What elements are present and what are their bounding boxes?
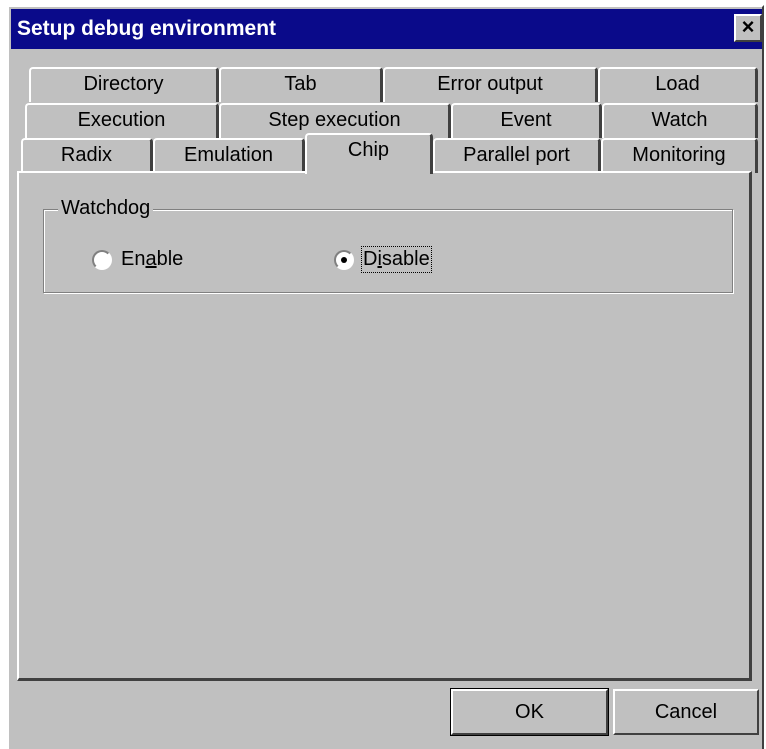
- tab-event[interactable]: Event: [451, 103, 602, 138]
- title-bar: Setup debug environment ×: [11, 9, 762, 49]
- tab-emulation[interactable]: Emulation: [153, 138, 305, 173]
- cancel-button[interactable]: Cancel: [613, 689, 759, 735]
- watchdog-group-label: Watchdog: [58, 196, 154, 220]
- chip-tab-panel: Watchdog Enable Disable: [17, 171, 752, 681]
- tab-tab[interactable]: Tab: [219, 67, 383, 102]
- tab-chip[interactable]: Chip: [305, 133, 433, 174]
- watchdog-disable-radio[interactable]: Disable: [334, 246, 432, 273]
- window-title: Setup debug environment: [17, 17, 277, 40]
- disable-label: Disable: [361, 246, 432, 273]
- enable-label: Enable: [121, 248, 184, 270]
- tab-execution[interactable]: Execution: [25, 103, 219, 138]
- radio-selected-icon: [334, 249, 354, 270]
- watchdog-enable-radio[interactable]: Enable: [92, 248, 183, 271]
- tab-error-output[interactable]: Error output: [383, 67, 598, 102]
- tab-radix[interactable]: Radix: [21, 138, 153, 173]
- tab-parallel-port[interactable]: Parallel port: [433, 138, 601, 173]
- tab-directory[interactable]: Directory: [29, 67, 219, 102]
- radio-unselected-icon: [92, 249, 112, 270]
- watchdog-groupbox: Watchdog Enable Disable: [43, 196, 733, 293]
- tab-load[interactable]: Load: [598, 67, 758, 102]
- tab-monitoring[interactable]: Monitoring: [601, 138, 758, 173]
- ok-button[interactable]: OK: [450, 688, 609, 736]
- close-button[interactable]: ×: [734, 14, 762, 42]
- tab-watch[interactable]: Watch: [602, 103, 758, 138]
